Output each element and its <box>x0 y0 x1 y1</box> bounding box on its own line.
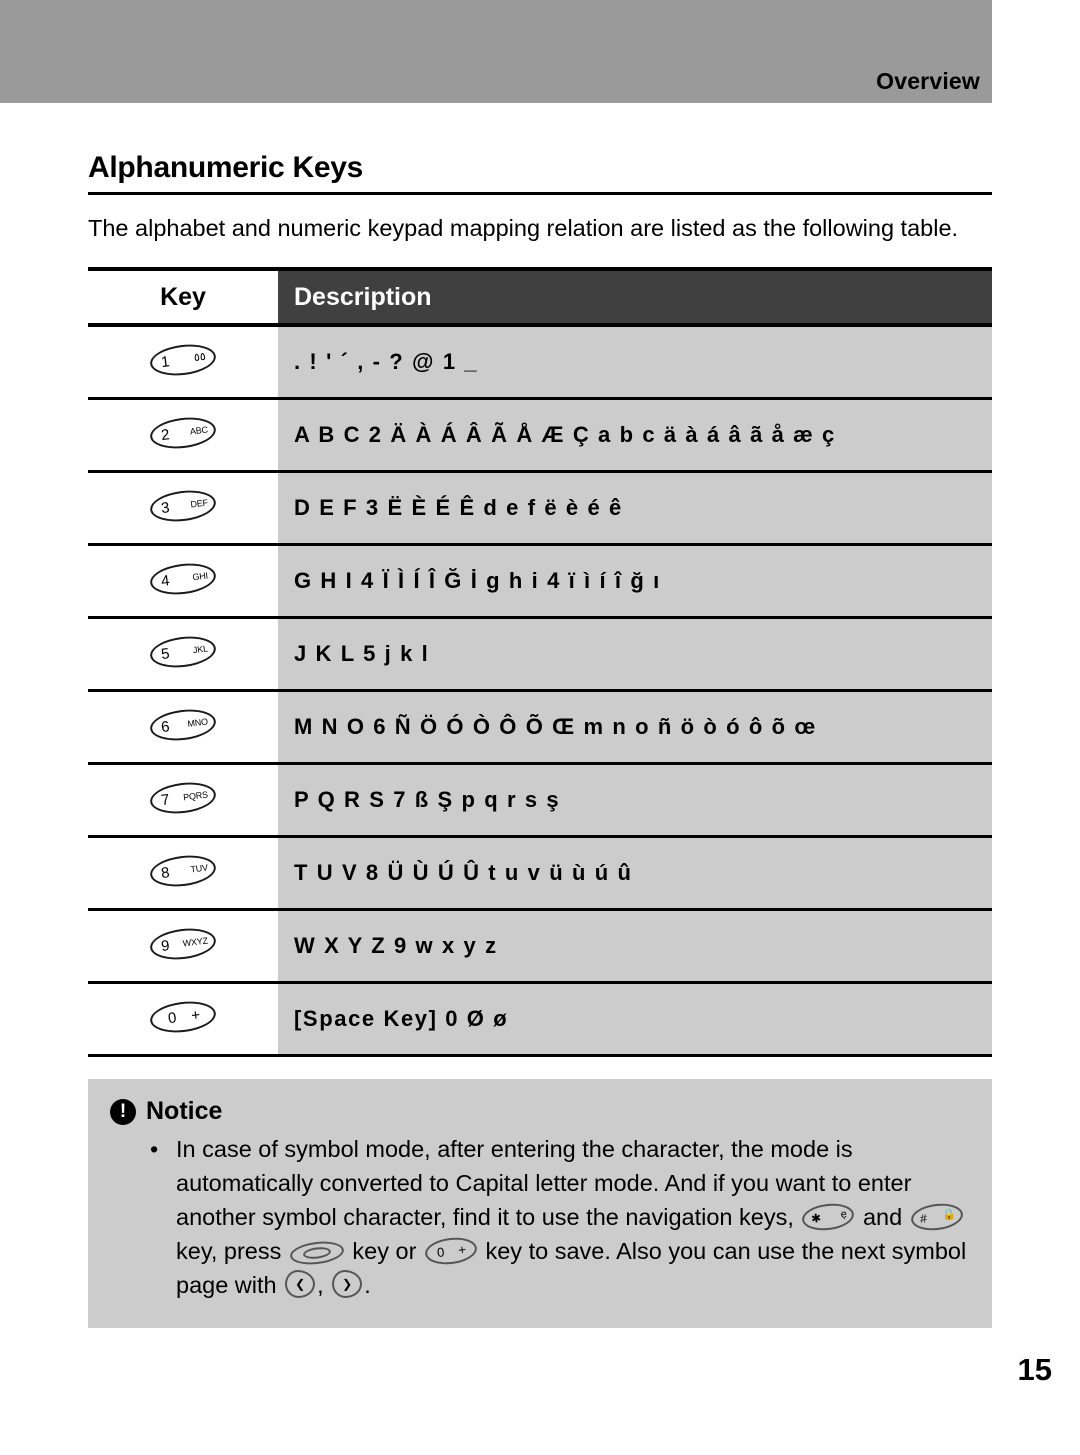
notice-title: Notice <box>146 1097 223 1125</box>
notice-text-2: and <box>862 1204 903 1230</box>
zero-key-icon: 0 + <box>423 1234 479 1268</box>
zero-key-glyph: 0 <box>436 1244 446 1261</box>
nav-left-glyph: ❮ <box>295 1277 306 1291</box>
table-cell-description: . ! ' ´ , - ? @ 1 _ <box>278 325 992 400</box>
keycap-letters: DEF <box>189 496 209 510</box>
table-row: 1 ٥٥ . ! ' ´ , - ? @ 1 _ <box>88 325 992 400</box>
title-underline-rule <box>88 192 992 195</box>
notice-text-3: key, press <box>176 1238 282 1264</box>
table-cell-key: 7 PQRS <box>88 763 278 838</box>
plus-glyph: + <box>457 1241 467 1258</box>
star-key-sub-glyph: ẹ <box>840 1208 848 1221</box>
table-cell-description: J K L 5 j k l <box>278 617 992 692</box>
table-cell-description: M N O 6 Ñ Ö Ó Ò Ô Õ Œ m n o ñ ö ò ó ô õ … <box>278 690 992 765</box>
key-3-def-icon: 3 DEF <box>148 486 218 525</box>
keycap-letters: + <box>190 1005 201 1024</box>
keycap-letters: MNO <box>186 715 209 729</box>
table-cell-description: T U V 8 Ü Ù Ú Û t u v ü ù ú û <box>278 836 992 911</box>
key-6-mno-icon: 6 MNO <box>148 705 218 744</box>
table-row: 9 WXYZ W X Y Z 9 w x y z <box>88 909 992 984</box>
notice-text-6: , <box>317 1272 324 1298</box>
soft-key-icon <box>288 1238 346 1268</box>
table-row: 0 + [Space Key] 0 Ø ø <box>88 982 992 1057</box>
keycap-letters: WXYZ <box>182 934 209 948</box>
keycap-number: 3 <box>160 498 171 517</box>
table-row: 4 GHI G H I 4 Ï Ì Í Î Ğ İ g h i 4 ï ì í î … <box>88 544 992 619</box>
notice-text-7: . <box>364 1272 371 1298</box>
key-9-wxyz-icon: 9 WXYZ <box>148 924 218 963</box>
table-cell-key: 8 TUV <box>88 836 278 911</box>
key-5-jkl-icon: 5 JKL <box>148 632 218 671</box>
keycap-letters: ٥٥ <box>193 350 207 364</box>
table-cell-key: 0 + <box>88 982 278 1057</box>
star-key-icon: ✱ ẹ <box>801 1200 856 1234</box>
key-1-icon: 1 ٥٥ <box>148 340 218 379</box>
alphanumeric-key-table: Key Description 1 ٥٥ . ! ' ´ , - ? @ 1 _ 2 A… <box>88 267 992 1057</box>
nav-right-icon: ❯ <box>332 1270 363 1298</box>
hash-key-icon: # 🔒 <box>909 1200 965 1234</box>
page-title: Alphanumeric Keys <box>88 151 363 184</box>
table-cell-key: 5 JKL <box>88 617 278 692</box>
keycap-number: 2 <box>160 425 171 444</box>
keycap-letters: TUV <box>189 861 209 875</box>
table-cell-description: W X Y Z 9 w x y z <box>278 909 992 984</box>
keycap-number: 4 <box>160 571 171 590</box>
exclamation-circle-icon: ! <box>110 1098 136 1125</box>
notice-box: ! Notice In case of symbol mode, after e… <box>88 1079 992 1328</box>
table-cell-description: D E F 3 Ë È É Ê d e f ë è é ê <box>278 471 992 546</box>
table-row: 8 TUV T U V 8 Ü Ù Ú Û t u v ü ù ú û <box>88 836 992 911</box>
keycap-letters: ABC <box>189 423 209 437</box>
table-row: 2 ABC A B C 2 Ä À Á Â Ã Å Æ Ç a b c ä à á … <box>88 398 992 473</box>
keycap-number: 1 <box>160 352 171 371</box>
hash-key-glyph: # <box>918 1211 928 1227</box>
column-header-key: Key <box>88 267 278 327</box>
notice-header: ! Notice <box>88 1097 992 1126</box>
keycap-letters: PQRS <box>182 788 209 802</box>
keycap-number: 5 <box>160 644 171 663</box>
keycap-number: 6 <box>160 717 171 736</box>
lock-icon: 🔒 <box>941 1208 957 1222</box>
table-row: 6 MNO M N O 6 Ñ Ö Ó Ò Ô Õ Œ m n o ñ ö ò ó … <box>88 690 992 765</box>
keycap-number: 8 <box>160 863 171 882</box>
table-cell-description: [Space Key] 0 Ø ø <box>278 982 992 1057</box>
key-7-pqrs-icon: 7 PQRS <box>148 778 218 817</box>
table-cell-description: P Q R S 7 ß Ş p q r s ş <box>278 763 992 838</box>
notice-text-4: key or <box>352 1238 417 1264</box>
nav-right-glyph: ❯ <box>342 1277 353 1291</box>
soft-key-glyph <box>302 1245 332 1261</box>
table-cell-key: 2 ABC <box>88 398 278 473</box>
star-key-glyph: ✱ <box>810 1210 823 1227</box>
nav-left-icon: ❮ <box>285 1270 316 1298</box>
table-header-row: Key Description <box>88 267 992 327</box>
table-cell-description: A B C 2 Ä À Á Â Ã Å Æ Ç a b c ä à á â ã … <box>278 398 992 473</box>
table-row: 3 DEF D E F 3 Ë È É Ê d e f ë è é ê <box>88 471 992 546</box>
page-number: 15 <box>1017 1352 1052 1387</box>
table-cell-description: G H I 4 Ï Ì Í Î Ğ İ g h i 4 ï ì í î ğ ı <box>278 544 992 619</box>
keycap-number: 0 <box>167 1008 178 1027</box>
notice-text-1: In case of symbol mode, after entering t… <box>176 1136 912 1230</box>
key-2-abc-icon: 2 ABC <box>148 413 218 452</box>
key-4-ghi-icon: 4 GHI <box>148 559 218 598</box>
table-cell-key: 1 ٥٥ <box>88 325 278 400</box>
keycap-letters: JKL <box>192 642 209 655</box>
list-item: In case of symbol mode, after entering t… <box>150 1132 992 1302</box>
notice-list: In case of symbol mode, after entering t… <box>88 1132 992 1302</box>
table-row: 7 PQRS P Q R S 7 ß Ş p q r s ş <box>88 763 992 838</box>
key-8-tuv-icon: 8 TUV <box>148 851 218 890</box>
keycap-number: 7 <box>160 790 171 809</box>
running-header-band: Overview <box>0 0 992 103</box>
table-cell-key: 9 WXYZ <box>88 909 278 984</box>
keycap-number: 9 <box>160 936 171 955</box>
key-0-plus-icon: 0 + <box>148 997 218 1036</box>
table-cell-key: 4 GHI <box>88 544 278 619</box>
page-content: Alphanumeric Keys The alphabet and numer… <box>88 103 992 1328</box>
table-row: 5 JKL J K L 5 j k l <box>88 617 992 692</box>
column-header-description: Description <box>278 267 992 327</box>
intro-paragraph: The alphabet and numeric keypad mapping … <box>88 215 959 241</box>
keycap-letters: GHI <box>191 569 209 582</box>
table-cell-key: 6 MNO <box>88 690 278 765</box>
table-cell-key: 3 DEF <box>88 471 278 546</box>
running-header-title: Overview <box>876 68 980 94</box>
